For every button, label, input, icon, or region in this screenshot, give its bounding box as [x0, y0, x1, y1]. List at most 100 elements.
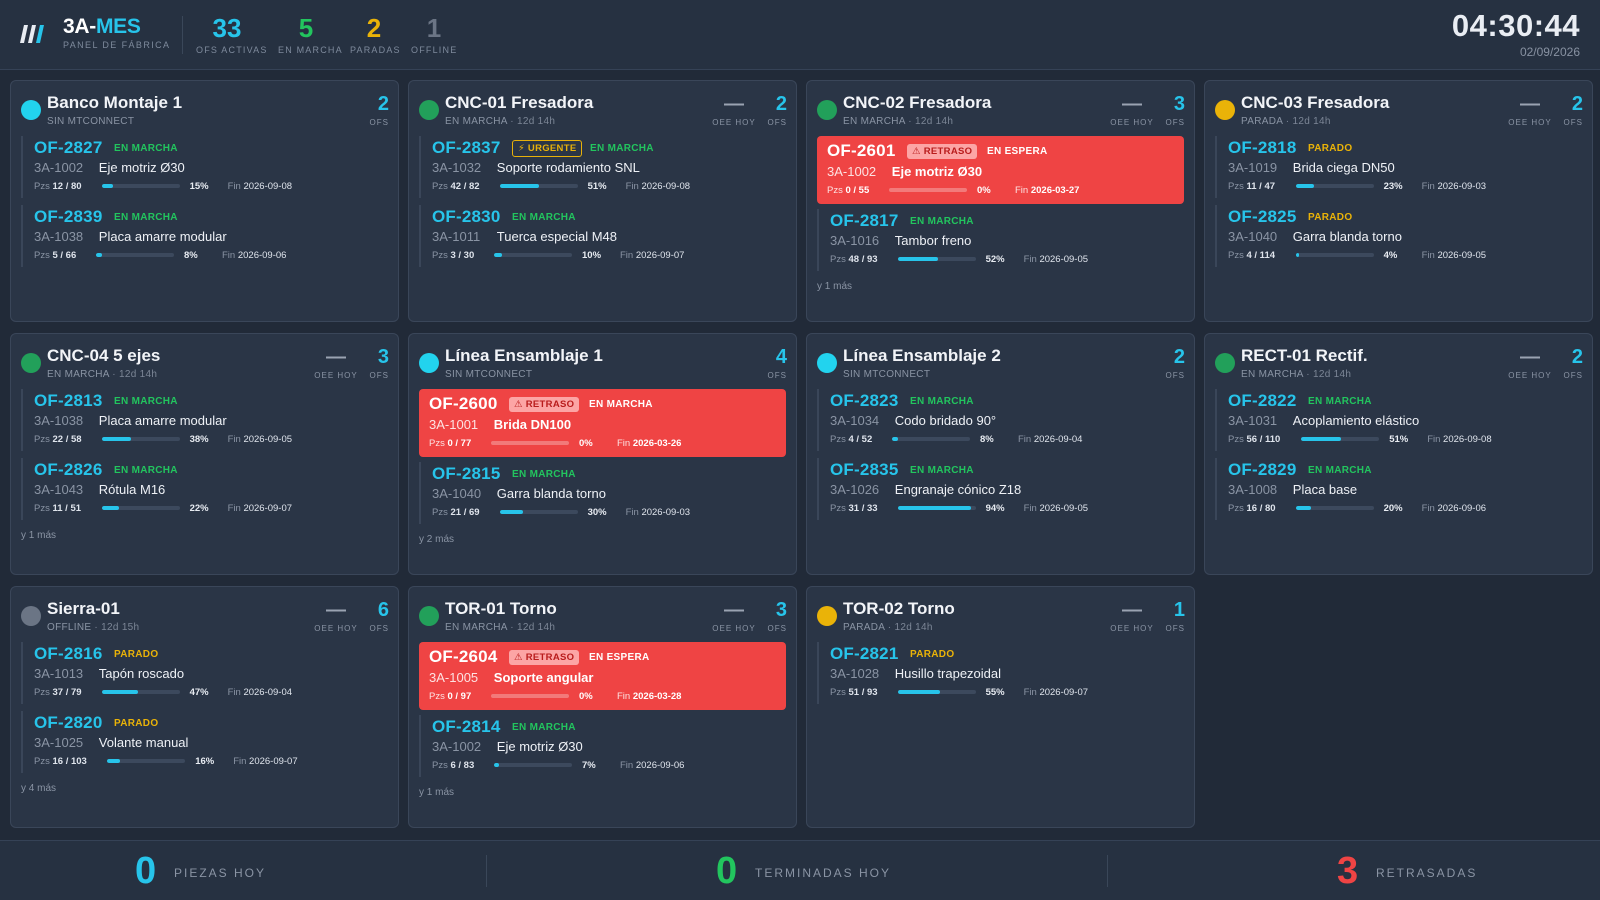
order-id[interactable]: OF-2826	[34, 460, 103, 480]
order-id[interactable]: OF-2829	[1228, 460, 1297, 480]
progress-bar	[101, 437, 180, 441]
order-of-2837[interactable]: OF-2837 ⚡ URGENTE EN MARCHA 3A-1032 Sopo…	[419, 136, 786, 198]
progress-percent: 20%	[1383, 503, 1403, 514]
order-id[interactable]: OF-2839	[34, 207, 103, 227]
pieces-label: Pzs	[1228, 250, 1244, 261]
pieces-value: 37 / 79	[52, 687, 82, 698]
order-of-2823[interactable]: OF-2823 EN MARCHA 3A-1034 Codo bridado 9…	[817, 389, 1184, 451]
order-id[interactable]: OF-2823	[830, 391, 899, 411]
oee-value: —	[1520, 93, 1540, 115]
pieces-value: 11 / 47	[1246, 181, 1276, 192]
order-of-2829[interactable]: OF-2829 EN MARCHA 3A-1008 Placa base Pzs…	[1215, 458, 1582, 520]
order-id[interactable]: OF-2835	[830, 460, 899, 480]
stat-label: PARADAS	[350, 45, 401, 55]
machine-state: EN MARCHA · 12d 14h	[1241, 369, 1352, 380]
order-id[interactable]: OF-2817	[830, 211, 899, 231]
order-of-2820[interactable]: OF-2820 PARADO 3A-1025 Volante manual Pz…	[21, 711, 388, 773]
machine-card-tor-02-torno[interactable]: TOR-02 Torno PARADA · 12d 14h — OEE HOY 1 OFS…	[806, 586, 1195, 828]
machine-name: CNC-02 Fresadora	[843, 93, 992, 112]
machine-card-cnc-01-fresadora[interactable]: CNC-01 Fresadora EN MARCHA · 12d 14h — OEE …	[408, 80, 797, 322]
order-of-2826[interactable]: OF-2826 EN MARCHA 3A-1043 Rótula M16 Pzs…	[21, 458, 388, 520]
stat-label: OFS ACTIVAS	[196, 45, 268, 55]
machine-card-rect-01-rectif[interactable]: RECT-01 Rectif. EN MARCHA · 12d 14h — OEE H…	[1204, 333, 1593, 575]
header-bar: 3A-MES PANEL DE FÁBRICA 33 OFS ACTIVAS 5…	[0, 0, 1600, 70]
ofs-value: 2	[377, 93, 389, 115]
machine-card-tor-01-torno[interactable]: TOR-01 Torno EN MARCHA · 12d 14h — OEE HOY 3…	[408, 586, 797, 828]
pieces-value: 21 / 69	[450, 507, 480, 518]
part-desc: Placa base	[1292, 482, 1358, 497]
order-id[interactable]: OF-2815	[432, 464, 501, 484]
order-id[interactable]: OF-2601	[827, 141, 896, 161]
due-value: 2026-09-08	[243, 181, 293, 192]
machine-card-linea-ensamblaje-2[interactable]: Línea Ensamblaje 2 SIN MTCONNECT 2 OFS OF-2…	[806, 333, 1195, 575]
pieces-count: Pzs 0 / 55	[827, 185, 869, 196]
order-of-2821[interactable]: OF-2821 PARADO 3A-1028 Husillo trapezoid…	[817, 642, 1184, 704]
oee-value: —	[1520, 346, 1540, 368]
more-orders-link[interactable]: y 1 más	[419, 787, 454, 798]
due-value: 2026-09-07	[635, 250, 685, 261]
due-label: Fin	[227, 687, 241, 698]
more-orders-link[interactable]: y 2 más	[419, 534, 454, 545]
progress-percent: 0%	[977, 185, 991, 196]
pieces-label: Pzs	[432, 250, 448, 261]
order-of-2604[interactable]: OF-2604 ⚠ RETRASO EN ESPERA 3A-1005 Sopo…	[419, 642, 786, 710]
order-id[interactable]: OF-2814	[432, 717, 501, 737]
order-id[interactable]: OF-2822	[1228, 391, 1297, 411]
part-ref: 3A-1016	[830, 233, 880, 248]
order-id[interactable]: OF-2827	[34, 138, 103, 158]
order-id[interactable]: OF-2816	[34, 644, 103, 664]
pieces-value: 4 / 52	[848, 434, 873, 445]
machine-card-banco-montaje-1[interactable]: Banco Montaje 1 SIN MTCONNECT 2 OFS OF-2827…	[10, 80, 399, 322]
order-of-2839[interactable]: OF-2839 EN MARCHA 3A-1038 Placa amarre m…	[21, 205, 388, 267]
machine-card-cnc-03-fresadora[interactable]: CNC-03 Fresadora PARADA · 12d 14h — OEE HOY…	[1204, 80, 1593, 322]
pieces-value: 11 / 51	[52, 503, 82, 514]
part-desc: Brida ciega DN50	[1292, 160, 1395, 175]
order-id[interactable]: OF-2820	[34, 713, 103, 733]
machine-card-cnc-02-fresadora[interactable]: CNC-02 Fresadora EN MARCHA · 12d 14h — OEE …	[806, 80, 1195, 322]
progress-percent: 94%	[985, 503, 1005, 514]
order-id[interactable]: OF-2604	[429, 647, 498, 667]
order-of-2825[interactable]: OF-2825 PARADO 3A-1040 Garra blanda torn…	[1215, 205, 1582, 267]
ofs-label: OFS	[767, 624, 787, 633]
more-orders-link[interactable]: y 4 más	[21, 783, 56, 794]
progress-bar	[892, 437, 970, 441]
order-of-2822[interactable]: OF-2822 EN MARCHA 3A-1031 Acoplamiento e…	[1215, 389, 1582, 451]
machine-state-text: EN MARCHA	[843, 116, 906, 127]
order-id[interactable]: OF-2600	[429, 394, 498, 414]
machine-name: Sierra-01	[47, 599, 120, 618]
order-of-2818[interactable]: OF-2818 PARADO 3A-1019 Brida ciega DN50 …	[1215, 136, 1582, 198]
order-of-2830[interactable]: OF-2830 EN MARCHA 3A-1011 Tuerca especia…	[419, 205, 786, 267]
machine-card-cnc-04-5-ejes[interactable]: CNC-04 5 ejes EN MARCHA · 12d 14h — OEE HOY…	[10, 333, 399, 575]
order-id[interactable]: OF-2818	[1228, 138, 1297, 158]
order-id[interactable]: OF-2813	[34, 391, 103, 411]
order-of-2601[interactable]: OF-2601 ⚠ RETRASO EN ESPERA 3A-1002 Eje …	[817, 136, 1184, 204]
order-id[interactable]: OF-2825	[1228, 207, 1297, 227]
due-date: Fin 2026-09-08	[228, 181, 292, 192]
order-of-2815[interactable]: OF-2815 EN MARCHA 3A-1040 Garra blanda t…	[419, 462, 786, 524]
due-date: Fin 2026-09-03	[626, 507, 690, 518]
progress-percent: 55%	[985, 687, 1005, 698]
machine-card-linea-ensamblaje-1[interactable]: Línea Ensamblaje 1 SIN MTCONNECT 4 OFS OF-2…	[408, 333, 797, 575]
progress-fill	[1295, 184, 1314, 188]
status-dot-icon	[419, 353, 439, 373]
pieces-value: 5 / 66	[52, 250, 77, 261]
order-of-2600[interactable]: OF-2600 ⚠ RETRASO EN MARCHA 3A-1001 Brid…	[419, 389, 786, 457]
order-of-2827[interactable]: OF-2827 EN MARCHA 3A-1002 Eje motriz Ø30…	[21, 136, 388, 198]
more-orders-link[interactable]: y 1 más	[817, 281, 852, 292]
order-of-2816[interactable]: OF-2816 PARADO 3A-1013 Tapón roscado Pzs…	[21, 642, 388, 704]
pieces-count: Pzs 0 / 77	[429, 438, 471, 449]
due-label: Fin	[227, 434, 241, 445]
machine-card-sierra-01[interactable]: Sierra-01 OFFLINE · 12d 15h — OEE HOY 6 OFS O…	[10, 586, 399, 828]
order-of-2817[interactable]: OF-2817 EN MARCHA 3A-1016 Tambor freno P…	[817, 209, 1184, 271]
order-id[interactable]: OF-2830	[432, 207, 501, 227]
ofs-label: OFS	[1165, 624, 1185, 633]
more-orders-link[interactable]: y 1 más	[21, 530, 56, 541]
order-id[interactable]: OF-2821	[830, 644, 899, 664]
order-of-2814[interactable]: OF-2814 EN MARCHA 3A-1002 Eje motriz Ø30…	[419, 715, 786, 777]
order-id[interactable]: OF-2837	[432, 138, 501, 158]
due-value: 2026-09-03	[641, 507, 691, 518]
order-of-2835[interactable]: OF-2835 EN MARCHA 3A-1026 Engranaje cóni…	[817, 458, 1184, 520]
ofs-count: 3 OFS	[1157, 93, 1185, 127]
order-of-2813[interactable]: OF-2813 EN MARCHA 3A-1038 Placa amarre m…	[21, 389, 388, 451]
oee-value: —	[326, 346, 346, 368]
